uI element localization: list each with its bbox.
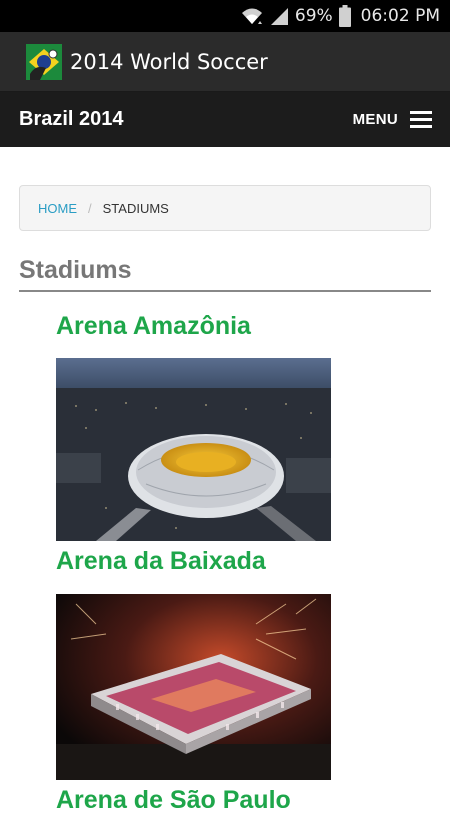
arena-amazonia-photo[interactable] [56,358,331,541]
app-bar: 2014 World Soccer [0,32,450,92]
status-bar: 69% 06:02 PM [0,0,450,32]
wifi-icon [241,6,263,26]
app-logo-icon[interactable] [26,43,62,80]
battery-percent: 69% [294,6,333,26]
breadcrumb-separator: / [88,200,92,216]
title-divider [19,290,431,292]
menu-button[interactable]: MENU [352,110,432,129]
site-header: Brazil 2014 MENU [0,92,450,147]
breadcrumb-current: STADIUMS [102,200,169,216]
stadium-link-arena-de-sao-paulo[interactable]: Arena de São Paulo [56,786,291,815]
stadium-link-arena-da-baixada[interactable]: Arena da Baixada [56,547,266,576]
app-title: 2014 World Soccer [70,49,268,74]
signal-icon [269,6,289,26]
breadcrumb: HOME / STADIUMS [19,185,431,231]
arena-da-baixada-photo[interactable] [56,594,331,780]
clock: 06:02 PM [360,6,440,26]
site-brand[interactable]: Brazil 2014 [19,108,124,131]
battery-icon [338,5,351,27]
stadium-link-arena-amazonia[interactable]: Arena Amazônia [56,312,251,341]
menu-label: MENU [352,111,398,128]
page-title: Stadiums [19,256,132,284]
breadcrumb-home-link[interactable]: HOME [38,201,77,216]
hamburger-menu-icon [410,110,432,129]
